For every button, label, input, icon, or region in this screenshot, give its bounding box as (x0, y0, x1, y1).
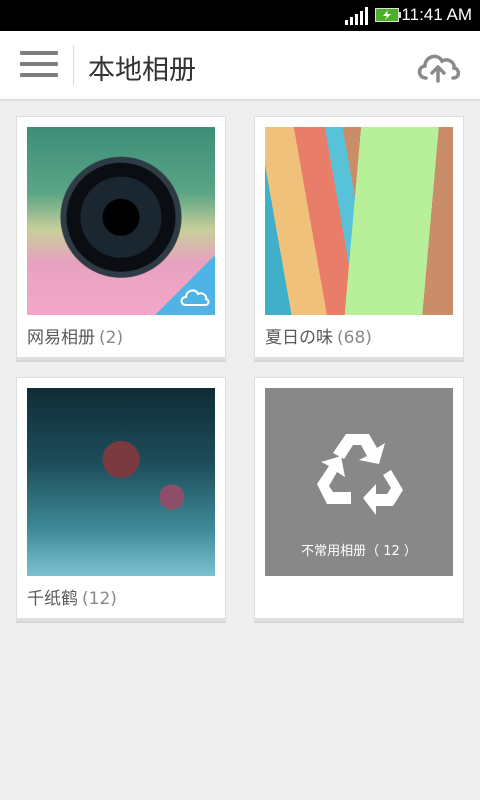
cloud-upload-icon (417, 54, 461, 83)
app-header: 本地相册 (0, 31, 480, 100)
upload-button[interactable] (414, 48, 462, 84)
hamburger-menu-icon (20, 51, 58, 55)
album-card-netease[interactable]: 网易相册 (2) (16, 116, 226, 358)
album-thumbnail-camera (27, 127, 215, 315)
album-card-cranes[interactable]: 千纸鹤 (12) (16, 377, 226, 619)
album-name: 夏日の味 (265, 328, 333, 348)
album-thumbnail-flower (27, 388, 215, 576)
cloud-icon (180, 289, 210, 306)
album-thumbnail-notes (265, 127, 453, 315)
battery-charging-icon (375, 8, 401, 22)
album-count: (68) (337, 328, 372, 348)
signal-bars-icon (345, 7, 368, 25)
album-card-summer[interactable]: 夏日の味 (68) (254, 116, 464, 358)
album-label: 网易相册 (2) (27, 323, 123, 348)
album-name: 千纸鹤 (27, 589, 78, 609)
status-bar: 11:41 AM (0, 0, 480, 31)
album-count: (12) (82, 589, 117, 609)
status-time: 11:41 AM (401, 5, 472, 24)
album-card-rarely-used[interactable]: 不常用相册（ 12 ） (254, 377, 464, 619)
page-title: 本地相册 (88, 55, 196, 86)
album-label: 千纸鹤 (12) (27, 584, 117, 609)
album-count: (2) (99, 328, 124, 348)
header-divider (73, 45, 74, 85)
album-thumbnail-recycle: 不常用相册（ 12 ） (265, 388, 453, 576)
menu-button[interactable] (20, 51, 58, 81)
rarely-used-album-label: 不常用相册（ 12 ） (301, 544, 417, 559)
album-name: 网易相册 (27, 328, 95, 348)
album-label: 夏日の味 (68) (265, 323, 372, 348)
recycle-icon (317, 434, 403, 515)
